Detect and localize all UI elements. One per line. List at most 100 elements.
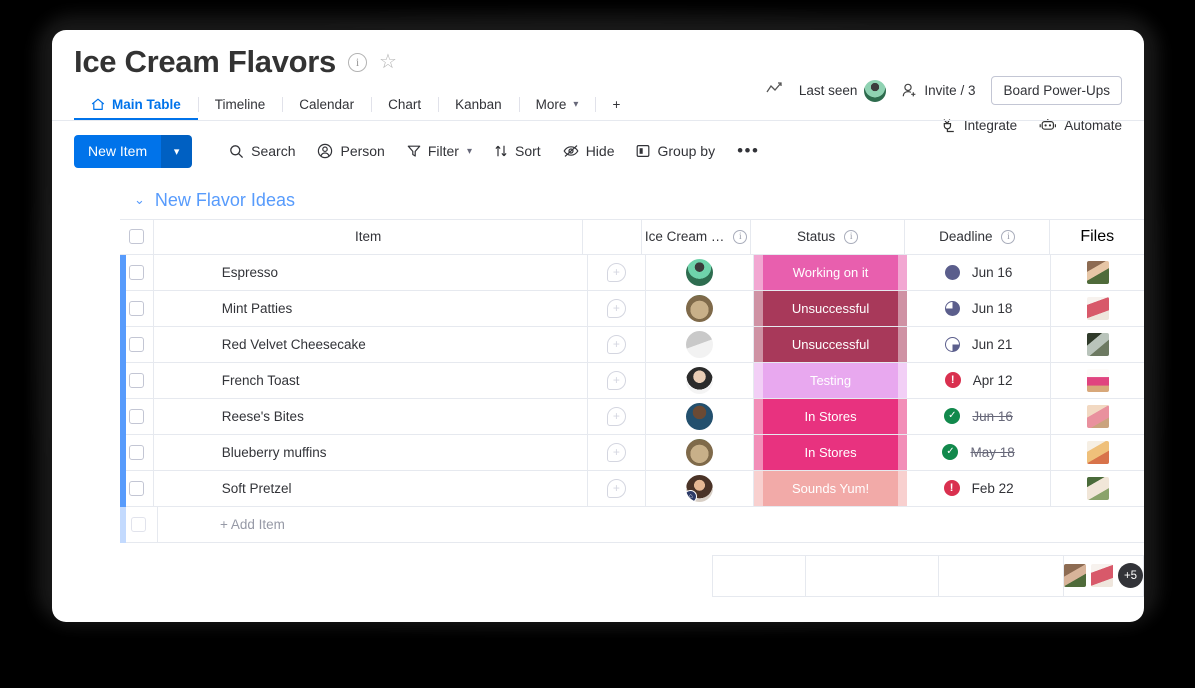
cell-chat[interactable]: + bbox=[587, 434, 647, 471]
add-comment-icon[interactable]: + bbox=[606, 442, 626, 462]
table-row[interactable]: Soft Pretzel + ⌂ Sounds Yum!! Feb 22 bbox=[120, 470, 1144, 507]
cell-person[interactable] bbox=[646, 434, 755, 471]
file-thumbnail[interactable] bbox=[1086, 476, 1109, 500]
add-comment-icon[interactable]: + bbox=[606, 370, 626, 390]
cell-deadline[interactable]: ! Feb 22 bbox=[907, 470, 1052, 507]
cell-files[interactable] bbox=[1051, 327, 1144, 363]
cell-chat[interactable]: + bbox=[587, 290, 647, 327]
file-thumbnail[interactable] bbox=[1086, 296, 1109, 320]
cell-item[interactable]: Mint Patties bbox=[153, 290, 588, 327]
tab-calendar[interactable]: Calendar bbox=[282, 90, 371, 121]
add-comment-icon[interactable]: + bbox=[606, 478, 626, 498]
avatar[interactable] bbox=[686, 294, 714, 322]
tab-kanban[interactable]: Kanban bbox=[438, 90, 519, 121]
file-thumbnail[interactable] bbox=[1064, 564, 1086, 588]
file-thumbnail[interactable] bbox=[1086, 440, 1109, 464]
files-overflow-badge[interactable]: +5 bbox=[1118, 563, 1143, 589]
more-options-button[interactable]: ••• bbox=[726, 139, 770, 163]
info-icon[interactable]: i bbox=[844, 229, 859, 244]
cell-item[interactable]: Red Velvet Cheesecake bbox=[153, 326, 588, 363]
col-header-deadline[interactable]: Deadline i bbox=[905, 218, 1051, 255]
cell-status[interactable]: Testing bbox=[754, 362, 908, 399]
row-checkbox[interactable] bbox=[128, 444, 144, 460]
table-row[interactable]: Blueberry muffins + In Stores ✓ May 18 bbox=[120, 434, 1144, 471]
col-header-person[interactable]: Ice Cream … i bbox=[642, 218, 751, 255]
cell-item[interactable]: French Toast bbox=[153, 362, 588, 399]
avatar[interactable] bbox=[686, 330, 714, 358]
tab-timeline[interactable]: Timeline bbox=[197, 90, 283, 121]
cell-files[interactable] bbox=[1051, 291, 1144, 327]
cell-person[interactable]: ⌂ bbox=[646, 470, 755, 507]
table-row[interactable]: Mint Patties + Unsuccessful Jun 18 bbox=[120, 290, 1144, 327]
search-button[interactable]: Search bbox=[218, 136, 306, 166]
cell-person[interactable] bbox=[646, 362, 755, 399]
row-checkbox[interactable] bbox=[128, 372, 144, 388]
add-comment-icon[interactable]: + bbox=[606, 262, 626, 282]
tab-more[interactable]: More ▾ bbox=[518, 90, 596, 121]
avatar[interactable] bbox=[686, 366, 714, 394]
chevron-down-icon[interactable]: ⌄ bbox=[134, 192, 145, 208]
cell-item[interactable]: Soft Pretzel bbox=[153, 470, 588, 507]
table-row[interactable]: French Toast + Testing! Apr 12 bbox=[120, 362, 1144, 399]
table-row[interactable]: Red Velvet Cheesecake + Unsuccessful Jun 21 bbox=[120, 326, 1144, 363]
filter-button[interactable]: Filter ▾ bbox=[396, 136, 483, 166]
cell-person[interactable] bbox=[646, 398, 755, 435]
table-row[interactable]: Espresso + Working on it Jun 16 bbox=[120, 254, 1144, 291]
cell-item[interactable]: Reese's Bites bbox=[153, 398, 588, 435]
cell-status[interactable]: In Stores bbox=[754, 434, 908, 471]
select-all-cell[interactable] bbox=[120, 218, 154, 255]
add-item-label[interactable]: + Add Item bbox=[158, 507, 1144, 543]
col-header-status[interactable]: Status i bbox=[751, 218, 906, 255]
cell-person[interactable] bbox=[646, 254, 755, 291]
new-item-button[interactable]: New Item ▾ bbox=[74, 134, 193, 168]
cell-person[interactable] bbox=[646, 326, 755, 363]
info-icon[interactable]: i bbox=[348, 52, 367, 72]
file-thumbnail[interactable] bbox=[1091, 564, 1113, 588]
person-filter-button[interactable]: Person bbox=[306, 136, 395, 166]
avatar[interactable]: ⌂ bbox=[686, 474, 714, 502]
col-header-files[interactable]: Files bbox=[1050, 218, 1144, 255]
info-icon[interactable]: i bbox=[1001, 229, 1016, 244]
chevron-down-icon[interactable]: ▾ bbox=[161, 134, 193, 168]
avatar[interactable] bbox=[686, 438, 714, 466]
row-checkbox[interactable] bbox=[128, 264, 144, 280]
group-by-button[interactable]: Group by bbox=[625, 136, 726, 166]
row-checkbox[interactable] bbox=[128, 300, 144, 316]
cell-status[interactable]: Unsuccessful bbox=[754, 290, 908, 327]
row-checkbox[interactable] bbox=[128, 336, 144, 352]
cell-chat[interactable]: + bbox=[587, 362, 647, 399]
info-icon[interactable]: i bbox=[733, 229, 748, 244]
tab-main-table[interactable]: Main Table bbox=[74, 90, 198, 121]
cell-files[interactable] bbox=[1051, 435, 1144, 471]
cell-deadline[interactable]: Jun 18 bbox=[907, 290, 1052, 327]
file-thumbnail[interactable] bbox=[1086, 368, 1109, 392]
cell-status[interactable]: Sounds Yum! bbox=[754, 470, 908, 507]
cell-item[interactable]: Blueberry muffins bbox=[153, 434, 588, 471]
tab-chart[interactable]: Chart bbox=[371, 90, 438, 121]
file-thumbnail[interactable] bbox=[1086, 332, 1109, 356]
cell-deadline[interactable]: ✓ May 18 bbox=[907, 434, 1052, 471]
select-all-checkbox[interactable] bbox=[128, 229, 144, 245]
cell-status[interactable]: In Stores bbox=[754, 398, 908, 435]
cell-status[interactable]: Working on it bbox=[754, 254, 908, 291]
cell-deadline[interactable]: Jun 16 bbox=[907, 254, 1052, 291]
group-header[interactable]: ⌄ New Flavor Ideas bbox=[52, 168, 1144, 219]
add-comment-icon[interactable]: + bbox=[606, 334, 626, 354]
cell-deadline[interactable]: ! Apr 12 bbox=[907, 362, 1052, 399]
row-checkbox[interactable] bbox=[128, 408, 144, 424]
hide-button[interactable]: Hide bbox=[552, 136, 626, 166]
add-item-row[interactable]: + Add Item bbox=[120, 506, 1144, 543]
star-icon[interactable]: ☆ bbox=[379, 52, 397, 72]
cell-chat[interactable]: + bbox=[587, 470, 647, 507]
file-thumbnail[interactable] bbox=[1086, 404, 1109, 428]
add-comment-icon[interactable]: + bbox=[606, 406, 626, 426]
add-comment-icon[interactable]: + bbox=[606, 298, 626, 318]
cell-chat[interactable]: + bbox=[587, 254, 647, 291]
avatar[interactable] bbox=[686, 402, 714, 430]
cell-deadline[interactable]: ✓ Jun 16 bbox=[907, 398, 1052, 435]
cell-person[interactable] bbox=[646, 290, 755, 327]
tab-add-view[interactable]: + bbox=[595, 90, 637, 121]
avatar[interactable] bbox=[686, 258, 714, 286]
table-row[interactable]: Reese's Bites + In Stores ✓ Jun 16 bbox=[120, 398, 1144, 435]
cell-deadline[interactable]: Jun 21 bbox=[907, 326, 1052, 363]
